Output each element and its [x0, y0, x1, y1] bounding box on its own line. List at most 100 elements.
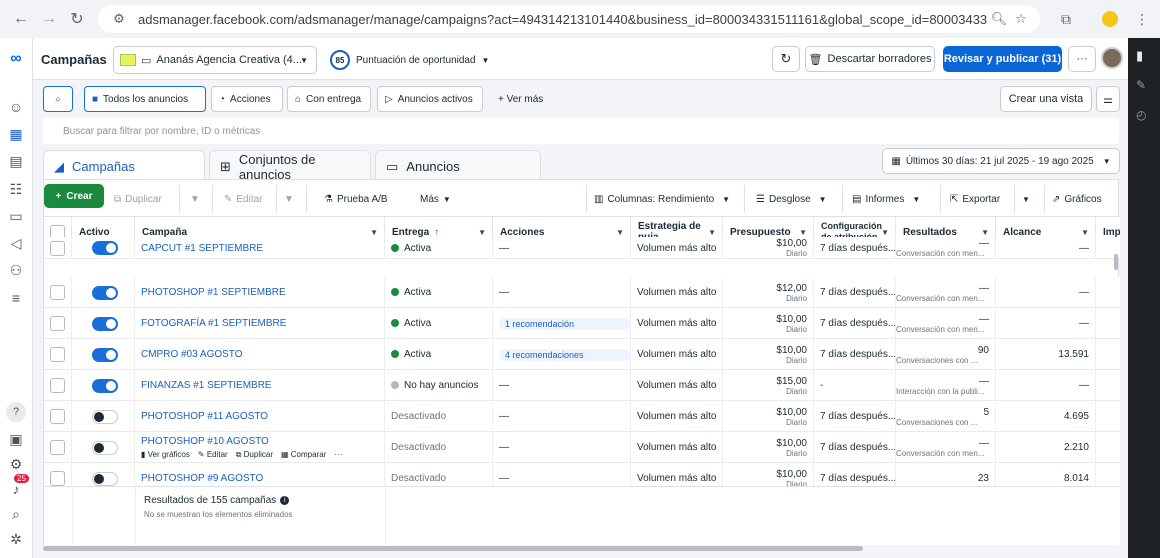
active-toggle-cell[interactable] [72, 339, 135, 370]
campaign-name-cell[interactable]: PHOTOSHOP #1 SEPTIEMBRE [135, 277, 385, 308]
budget-cell[interactable]: $15,00 Diario [723, 370, 814, 401]
duplicate-button[interactable]: ⧉ Duplicar [114, 187, 162, 211]
export-dropdown[interactable]: ▼ [1022, 187, 1030, 211]
campaign-name-link[interactable]: CMPRO #03 AGOSTO [141, 349, 384, 360]
discard-drafts-button[interactable]: 🗑︎ Descartar borradores [805, 46, 935, 72]
avatar[interactable] [1101, 47, 1123, 69]
table-row[interactable]: PHOTOSHOP #10 AGOSTO ▮ Ver gráficos ✎ Edit… [44, 432, 1120, 463]
actions-cell[interactable]: — [493, 370, 631, 401]
breakdown-button[interactable]: ☰ Desglose ▼ [756, 187, 827, 211]
row-checkbox[interactable] [50, 240, 65, 256]
export-button[interactable]: ⇱ Exportar [950, 187, 1000, 211]
bug-report-icon[interactable]: ✲ [4, 528, 28, 550]
campaign-toggle[interactable] [92, 409, 118, 424]
recommendations-link[interactable]: 4 recomendaciones [499, 348, 630, 361]
reports-button[interactable]: ▤ Informes ▼ [852, 187, 920, 211]
filter-settings-button[interactable]: ⚌ [1096, 86, 1120, 112]
edit-dropdown[interactable]: ▼ [284, 187, 294, 211]
actions-cell[interactable]: — [493, 432, 631, 463]
address-bar[interactable]: ⚙ adsmanager.facebook.com/adsmanager/man… [98, 5, 1040, 33]
extensions-icon[interactable]: ⧉ [1052, 5, 1080, 33]
campaign-name-link[interactable]: PHOTOSHOP #11 AGOSTO [141, 411, 384, 422]
billing-icon[interactable]: ▭ [4, 205, 28, 227]
active-toggle-cell[interactable] [72, 370, 135, 401]
meta-logo-icon[interactable]: ∞ [4, 48, 28, 70]
account-overview-icon[interactable]: ☺ [4, 96, 28, 118]
search-toggle-button[interactable]: ⌕ [43, 86, 73, 112]
actions-cell[interactable]: — [493, 237, 631, 259]
tab-ads[interactable]: ▭ Anuncios [375, 150, 541, 182]
active-toggle-cell[interactable] [72, 401, 135, 432]
search-icon[interactable]: ⌕ [4, 503, 28, 525]
forward-icon[interactable]: → [34, 4, 64, 34]
budget-cell[interactable]: $10,00 Diario [723, 432, 814, 463]
campaign-name-link[interactable]: PHOTOSHOP #9 AGOSTO [141, 473, 384, 484]
row-checkbox-cell[interactable] [44, 370, 72, 401]
all-tools-menu-icon[interactable]: ≡ [4, 287, 28, 309]
active-toggle-cell[interactable] [72, 237, 135, 259]
campaign-name-cell[interactable]: PHOTOSHOP #10 AGOSTO ▮ Ver gráficos ✎ Edit… [135, 432, 385, 463]
hover-action-compare-icon[interactable]: ▦ Comparar [281, 450, 326, 460]
create-view-button[interactable]: Crear una vista [1000, 86, 1092, 112]
create-button[interactable]: + Crear [44, 184, 104, 208]
budget-cell[interactable]: $10,00 Diario [723, 308, 814, 339]
row-checkbox[interactable] [50, 409, 65, 424]
actions-cell[interactable]: 1 recomendación [493, 308, 631, 339]
campaign-toggle[interactable] [92, 471, 118, 486]
tab-ad-sets[interactable]: ⊞ Conjuntos de anuncios [209, 150, 371, 182]
info-icon[interactable]: i [280, 496, 290, 505]
bookmark-star-icon[interactable]: ☆ [1010, 11, 1032, 27]
actions-cell[interactable]: 4 recomendaciones [493, 339, 631, 370]
row-checkbox[interactable] [50, 378, 65, 393]
tab-actions[interactable]: ◔ Acciones [211, 86, 283, 112]
campaign-toggle[interactable] [92, 241, 118, 255]
table-row[interactable]: FOTOGRAFÍA #1 SEPTIEMBRE Activa 1 recomend… [44, 308, 1120, 339]
vertical-scrollbar[interactable] [1114, 254, 1118, 270]
row-checkbox[interactable] [50, 440, 65, 455]
tab-active-ads[interactable]: ▷ Anuncios activos [377, 86, 483, 112]
table-row[interactable]: CAPCUT #1 SEPTIEMBRE Activa — Volumen más a… [44, 237, 1120, 259]
date-range-picker[interactable]: ▦ Últimos 30 días: 21 jul 2025 - 19 ago 2… [882, 148, 1120, 174]
campaign-name-cell[interactable]: CMPRO #03 AGOSTO [135, 339, 385, 370]
row-checkbox-cell[interactable] [44, 277, 72, 308]
duplicate-dropdown[interactable]: ▼ [190, 187, 200, 211]
actions-cell[interactable]: — [493, 401, 631, 432]
campaign-name-cell[interactable]: PHOTOSHOP #11 AGOSTO [135, 401, 385, 432]
campaign-name-link[interactable]: CAPCUT #1 SEPTIEMBRE [141, 243, 384, 254]
columns-button[interactable]: ▥ Columnas: Rendimiento ▼ [594, 187, 730, 211]
reload-icon[interactable]: ↻ [62, 4, 92, 34]
site-info-icon[interactable]: ⚙ [108, 11, 130, 27]
campaign-name-link[interactable]: FOTOGRAFÍA #1 SEPTIEMBRE [141, 318, 384, 329]
campaign-name-cell[interactable]: FOTOGRAFÍA #1 SEPTIEMBRE [135, 308, 385, 339]
campaign-name-cell[interactable]: FINANZAS #1 SEPTIEMBRE [135, 370, 385, 401]
tab-with-delivery[interactable]: ⌂ Con entrega [287, 86, 371, 112]
campaign-name-link[interactable]: PHOTOSHOP #10 AGOSTO [141, 436, 384, 447]
news-icon[interactable]: ▣ [4, 428, 28, 450]
row-checkbox[interactable] [50, 347, 65, 362]
campaigns-table-icon[interactable]: ▦ [4, 123, 28, 145]
row-checkbox[interactable] [50, 471, 65, 486]
hover-action-pencil-icon[interactable]: ✎ Editar [198, 450, 228, 460]
edit-pencil-icon[interactable]: ✎ [1136, 78, 1146, 92]
audiences-icon[interactable]: ☷ [4, 178, 28, 200]
tab-all-ads[interactable]: ■ Todos los anuncios [84, 86, 206, 112]
campaign-toggle[interactable] [92, 316, 118, 331]
help-icon[interactable]: ? [6, 402, 26, 422]
pages-icon[interactable]: ▤ [4, 150, 28, 172]
table-row[interactable]: PHOTOSHOP #11 AGOSTO Desactivado — Volumen … [44, 401, 1120, 432]
browser-menu-icon[interactable]: ⋮ [1128, 5, 1156, 33]
campaign-toggle[interactable] [92, 347, 118, 362]
refresh-button[interactable]: ↻ [772, 46, 800, 72]
budget-cell[interactable]: $12,00 Diario [723, 277, 814, 308]
review-publish-button[interactable]: Revisar y publicar (31) [943, 46, 1062, 72]
recommendations-link[interactable]: 1 recomendación [499, 317, 630, 330]
budget-cell[interactable]: $10,00 Diario [723, 339, 814, 370]
scrollbar-thumb[interactable] [43, 546, 863, 551]
ads-megaphone-icon[interactable]: ◁ [4, 232, 28, 254]
settings-gear-icon[interactable]: ⚙ [4, 453, 28, 475]
row-checkbox-cell[interactable] [44, 237, 72, 259]
more-options-button[interactable]: ··· [1068, 46, 1096, 72]
account-selector[interactable]: ▭ Ananás Agencia Creativa (4... ▼ [113, 46, 317, 74]
row-checkbox[interactable] [50, 316, 65, 331]
search-input[interactable]: Buscar para filtrar por nombre, ID o mét… [43, 118, 1119, 144]
